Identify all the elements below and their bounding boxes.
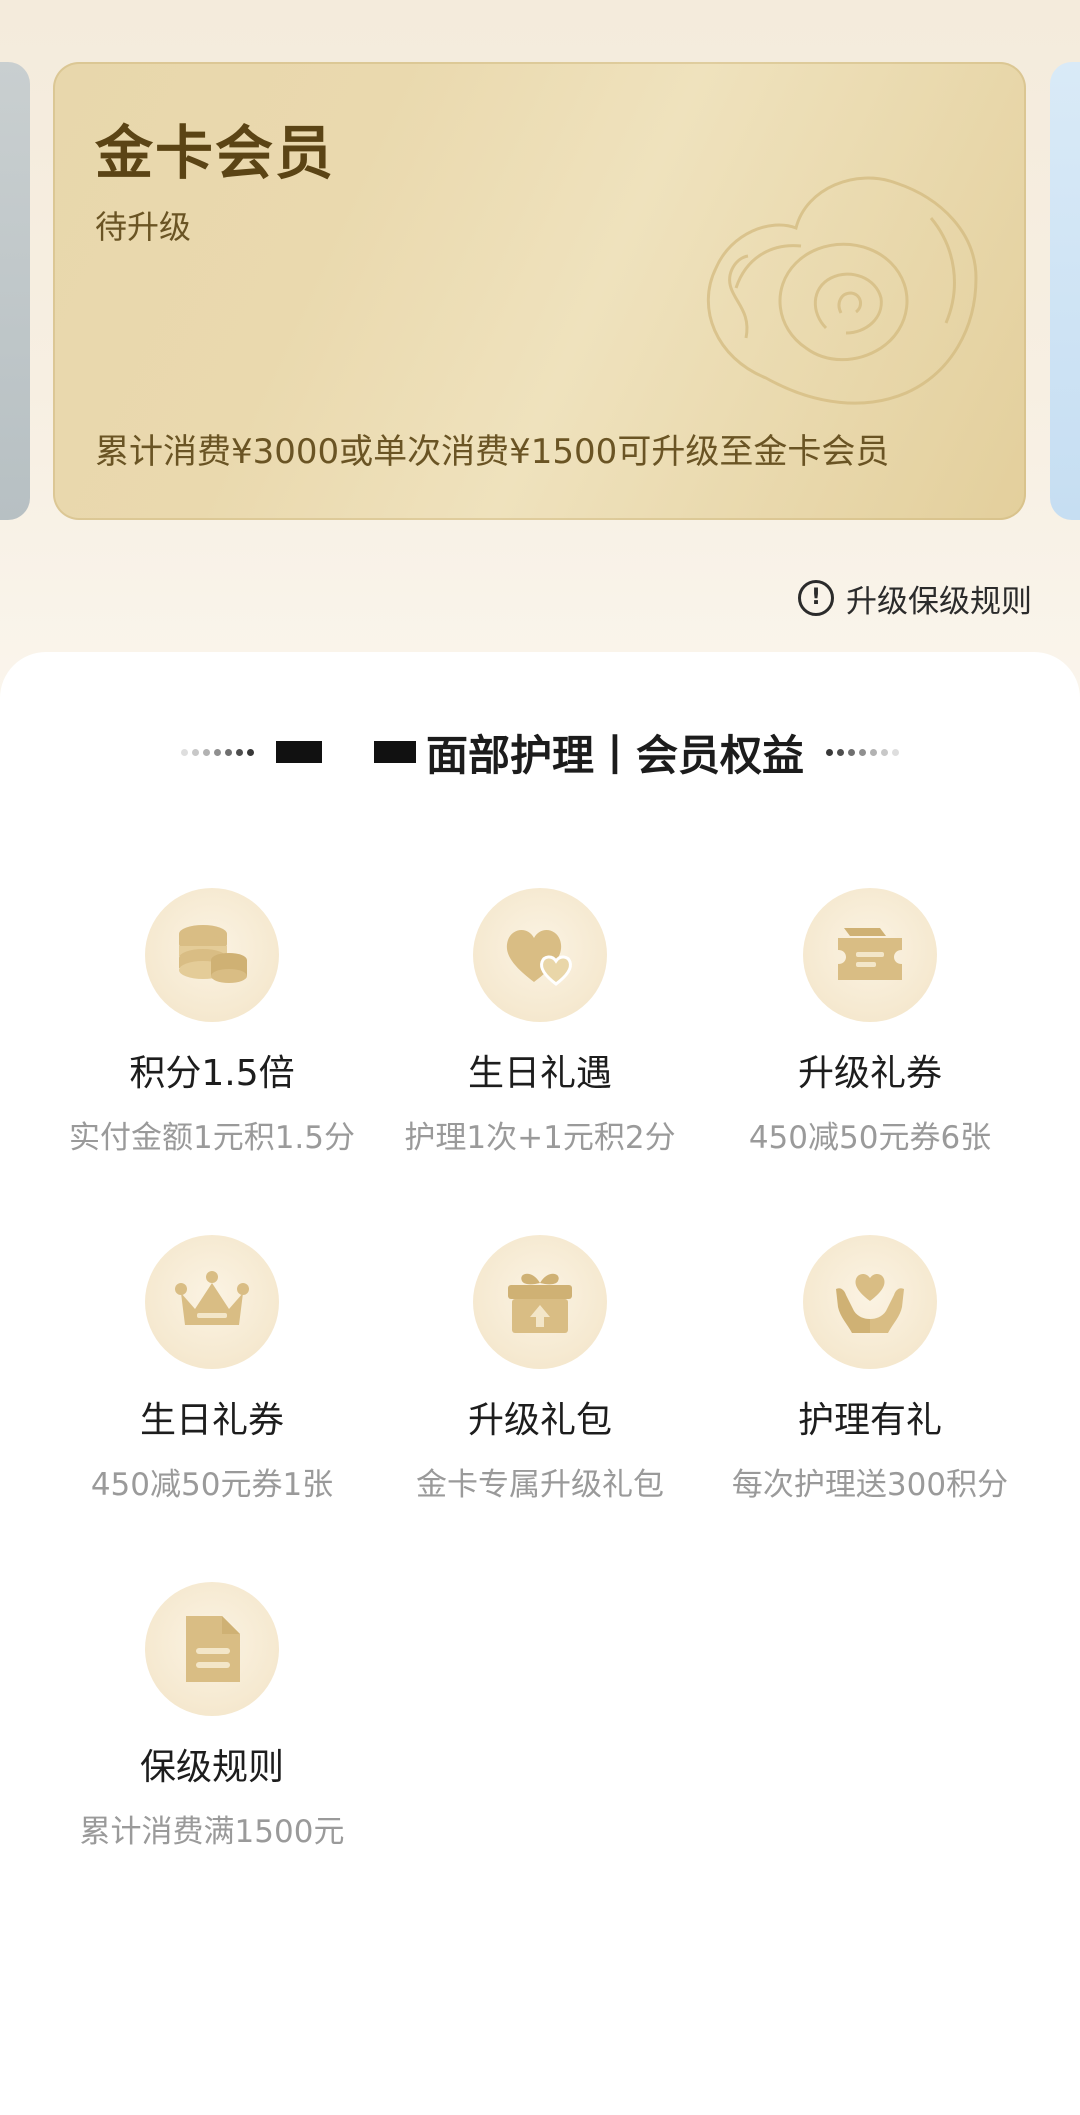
gold-member-card[interactable]: 金卡会员 待升级 累计消费¥3000或单次消费¥1500可升级至金卡会员 xyxy=(53,62,1026,520)
heart-gift-icon xyxy=(473,888,607,1022)
card-status: 待升级 xyxy=(95,208,192,246)
benefit-desc: 每次护理送300积分 xyxy=(731,1467,1009,1503)
benefit-birthday-coupon[interactable]: 生日礼券 450减50元券1张 xyxy=(52,1235,372,1504)
upgrade-rules-label: 升级保级规则 xyxy=(846,583,1032,620)
benefit-name: 生日礼遇 xyxy=(467,1053,612,1094)
hands-heart-icon xyxy=(803,1235,937,1369)
coins-icon xyxy=(145,888,279,1022)
document-icon xyxy=(145,1582,279,1716)
card-title: 金卡会员 xyxy=(95,119,336,187)
ticket-icon xyxy=(803,888,937,1022)
section-title-wrap: 面部护理丨会员权益 xyxy=(275,722,804,783)
section-header: 面部护理丨会员权益 xyxy=(0,722,1080,782)
benefit-retention-rules[interactable]: 保级规则 累计消费满1500元 xyxy=(52,1582,372,1851)
decor-dots-left xyxy=(180,748,254,756)
card-upgrade-condition: 累计消费¥3000或单次消费¥1500可升级至金卡会员 xyxy=(95,432,890,472)
benefit-name: 护理有礼 xyxy=(797,1400,942,1441)
benefit-desc: 450减50元券6张 xyxy=(748,1120,992,1156)
benefit-name: 升级礼券 xyxy=(797,1053,942,1094)
benefit-upgrade-coupons[interactable]: 升级礼券 450减50元券6张 xyxy=(710,888,1030,1157)
benefit-desc: 实付金额1元积1.5分 xyxy=(68,1120,356,1156)
info-circle-icon: ! xyxy=(798,580,834,616)
benefit-desc: 450减50元券1张 xyxy=(90,1467,334,1503)
benefit-upgrade-gift-pack[interactable]: 升级礼包 金卡专属升级礼包 xyxy=(380,1235,700,1504)
upgrade-rules-link[interactable]: ! 升级保级规则 xyxy=(798,576,1032,620)
benefit-name: 积分1.5倍 xyxy=(129,1053,295,1094)
benefit-birthday-perk[interactable]: 生日礼遇 护理1次+1元积2分 xyxy=(380,888,700,1157)
benefit-desc: 护理1次+1元积2分 xyxy=(404,1120,676,1156)
next-card-peek[interactable] xyxy=(1050,62,1080,520)
rose-emblem-icon xyxy=(706,176,978,405)
benefit-desc: 累计消费满1500元 xyxy=(79,1814,345,1850)
crown-icon xyxy=(145,1235,279,1369)
benefit-name: 升级礼包 xyxy=(467,1400,612,1441)
prev-card-peek[interactable] xyxy=(0,62,30,520)
redacted-block xyxy=(373,741,416,763)
benefit-points-multiplier[interactable]: 积分1.5倍 实付金额1元积1.5分 xyxy=(52,888,372,1157)
benefit-desc: 金卡专属升级礼包 xyxy=(416,1467,664,1503)
redacted-block xyxy=(275,741,322,763)
gift-box-icon xyxy=(473,1235,607,1369)
benefit-care-reward[interactable]: 护理有礼 每次护理送300积分 xyxy=(710,1235,1030,1504)
benefit-name: 保级规则 xyxy=(139,1747,284,1788)
decor-dots-right xyxy=(826,748,899,756)
benefit-name: 生日礼券 xyxy=(139,1400,284,1441)
section-title: 面部护理丨会员权益 xyxy=(425,730,804,780)
